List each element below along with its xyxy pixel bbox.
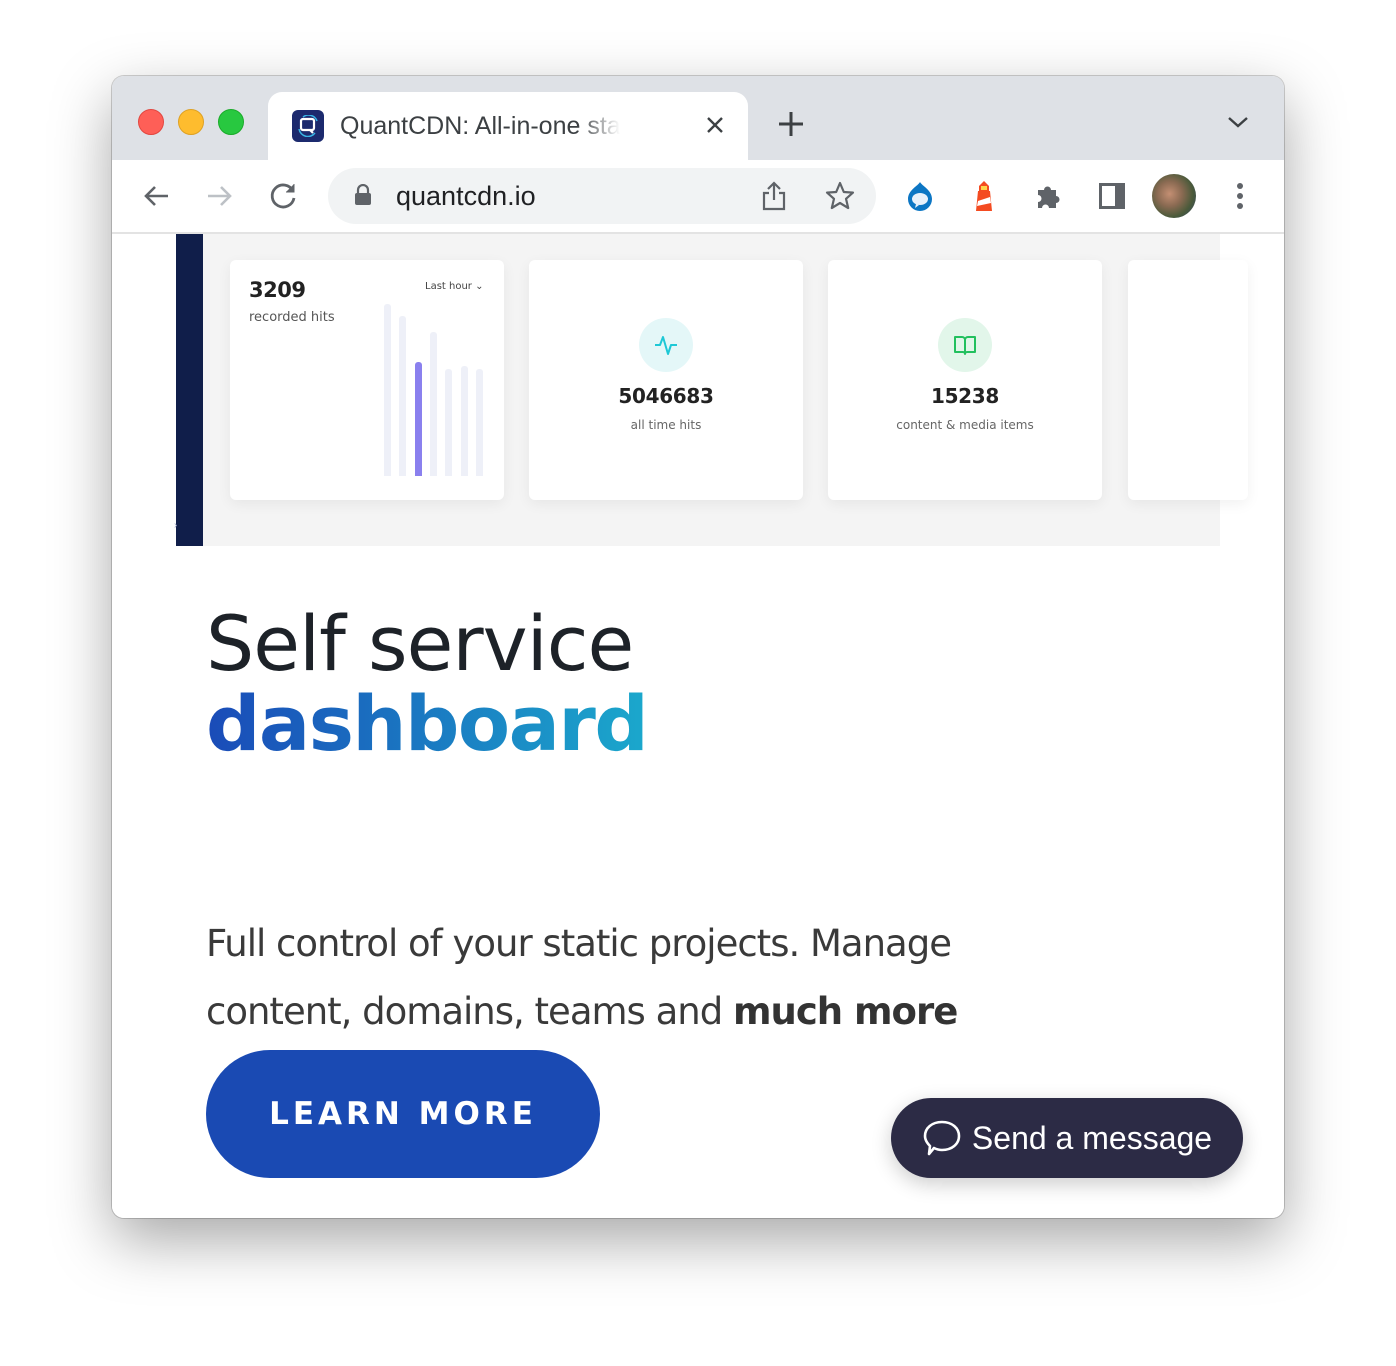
bookmark-star-icon[interactable] <box>824 180 856 217</box>
maximize-window-button[interactable] <box>218 109 244 135</box>
hits-bar <box>475 369 483 476</box>
hits-bar <box>445 369 453 476</box>
url-text[interactable]: quantcdn.io <box>396 181 536 212</box>
close-tab-icon[interactable] <box>700 110 730 140</box>
drupal-extension-icon[interactable] <box>902 178 938 214</box>
lighthouse-extension-icon[interactable] <box>966 178 1002 214</box>
new-tab-icon[interactable] <box>776 109 806 139</box>
hero-title-line1: Self service <box>206 599 634 688</box>
all-time-hits-card: 5046683 all time hits <box>529 260 803 500</box>
hits-bar <box>429 332 437 476</box>
hero-description: Full control of your static projects. Ma… <box>206 910 1106 1046</box>
content-items-label: content & media items <box>896 418 1034 432</box>
browser-window: QuantCDN: All-in-one static website host… <box>112 76 1284 1218</box>
profile-avatar[interactable] <box>1152 174 1196 218</box>
hits-bar <box>399 316 407 476</box>
tab-strip: QuantCDN: All-in-one static website host… <box>112 76 1284 160</box>
hits-bar-chart <box>380 304 490 476</box>
address-bar[interactable]: quantcdn.io <box>328 168 876 224</box>
more-menu-icon[interactable] <box>1222 178 1258 214</box>
dashboard-sidebar: › <box>174 234 203 546</box>
tab-search-chevron-icon[interactable] <box>1226 114 1256 134</box>
side-panel-icon[interactable] <box>1094 178 1130 214</box>
minimize-window-button[interactable] <box>178 109 204 135</box>
recorded-hits-label: recorded hits <box>249 310 335 325</box>
active-tab[interactable]: QuantCDN: All-in-one static website host… <box>268 92 748 160</box>
content-items-value: 15238 <box>930 384 1000 408</box>
content-items-card: 15238 content & media items <box>828 260 1102 500</box>
send-message-button[interactable]: Send a message <box>891 1098 1243 1178</box>
tab-title: QuantCDN: All-in-one static website host… <box>340 112 620 140</box>
sidebar-expand-chevron-icon: › <box>174 520 178 531</box>
close-window-button[interactable] <box>138 109 164 135</box>
time-range-label: Last hour <box>425 281 472 292</box>
extensions-puzzle-icon[interactable] <box>1030 178 1066 214</box>
chevron-down-icon: ⌄ <box>475 281 484 292</box>
forward-icon[interactable] <box>202 178 238 214</box>
learn-more-button[interactable]: LEARN MORE <box>206 1050 600 1178</box>
back-icon[interactable] <box>138 178 174 214</box>
activity-icon-badge <box>639 318 693 372</box>
reload-icon[interactable] <box>266 178 302 214</box>
recorded-hits-card: 3209 recorded hits Last hour ⌄ <box>230 260 504 500</box>
dashboard-screenshot: › 3209 recorded hits Last hour ⌄ 5046683… <box>174 234 1248 546</box>
chat-bubble-icon <box>923 1120 961 1156</box>
quantcdn-favicon <box>292 110 324 142</box>
book-icon-badge <box>938 318 992 372</box>
hero-title-line2: dashboard <box>206 679 649 768</box>
hero-description-emphasis: much more <box>732 990 958 1033</box>
all-time-hits-value: 5046683 <box>618 384 714 408</box>
send-message-label: Send a message <box>971 1119 1213 1156</box>
hits-bar <box>460 366 468 476</box>
browser-toolbar: quantcdn.io <box>112 160 1284 234</box>
lock-icon[interactable] <box>354 183 372 211</box>
open-book-icon <box>954 336 976 355</box>
hits-bar-active <box>414 362 422 476</box>
share-icon[interactable] <box>760 180 788 217</box>
time-range-dropdown[interactable]: Last hour ⌄ <box>425 281 484 292</box>
recorded-hits-value: 3209 <box>249 278 306 302</box>
partial-card <box>1128 260 1248 500</box>
all-time-hits-label: all time hits <box>630 418 702 432</box>
page-content: › 3209 recorded hits Last hour ⌄ 5046683… <box>112 234 1284 1218</box>
hits-bar <box>384 304 391 476</box>
activity-pulse-icon <box>655 336 677 355</box>
